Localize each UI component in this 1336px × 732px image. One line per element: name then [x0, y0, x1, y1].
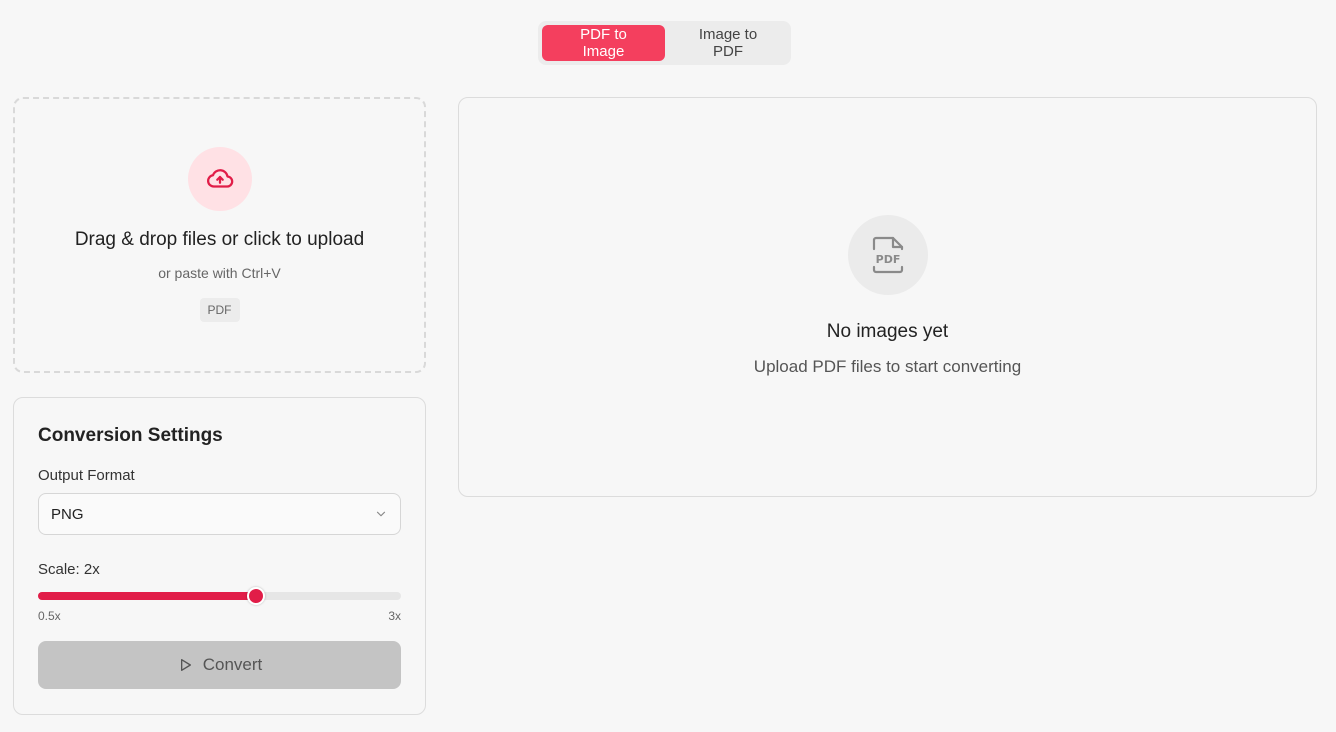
scale-label: Scale: 2x	[38, 561, 100, 578]
accepted-format-badge: PDF	[199, 298, 240, 322]
slider-fill	[38, 592, 256, 600]
cloud-upload-icon	[206, 169, 233, 188]
empty-state-subtitle: Upload PDF files to start converting	[753, 357, 1022, 376]
upload-icon-circle	[187, 147, 252, 211]
dropzone-title: Drag & drop files or click to upload	[74, 229, 365, 250]
convert-label: Convert	[202, 655, 263, 674]
slider-thumb[interactable]	[246, 587, 265, 605]
convert-button[interactable]: Convert	[38, 641, 401, 689]
upload-dropzone[interactable]: Drag & drop files or click to upload or …	[13, 97, 426, 373]
output-format-select[interactable]: PNG	[38, 493, 401, 535]
output-format-label: Output Format	[38, 467, 135, 484]
svg-text:PDF: PDF	[875, 253, 900, 266]
mode-toggle: PDF to Image Image to PDF	[538, 21, 791, 65]
dropzone-subtitle: or paste with Ctrl+V	[158, 265, 281, 281]
tab-pdf-to-image[interactable]: PDF to Image	[542, 25, 665, 61]
tab-image-to-pdf[interactable]: Image to PDF	[669, 25, 787, 61]
pdf-icon-circle: PDF	[847, 215, 928, 295]
scale-slider[interactable]	[38, 587, 401, 605]
preview-panel: PDF No images yet Upload PDF files to st…	[458, 97, 1317, 497]
slider-min-label: 0.5x	[38, 609, 61, 623]
pdf-file-icon: PDF	[872, 236, 903, 274]
slider-range-labels: 0.5x 3x	[38, 609, 401, 623]
chevron-down-icon	[376, 511, 386, 517]
settings-title: Conversion Settings	[38, 425, 223, 446]
output-format-value: PNG	[51, 505, 84, 523]
slider-max-label: 3x	[388, 609, 401, 623]
empty-state-title: No images yet	[826, 321, 949, 342]
conversion-settings-panel: Conversion Settings Output Format PNG Sc…	[13, 397, 426, 715]
play-icon	[180, 659, 191, 671]
